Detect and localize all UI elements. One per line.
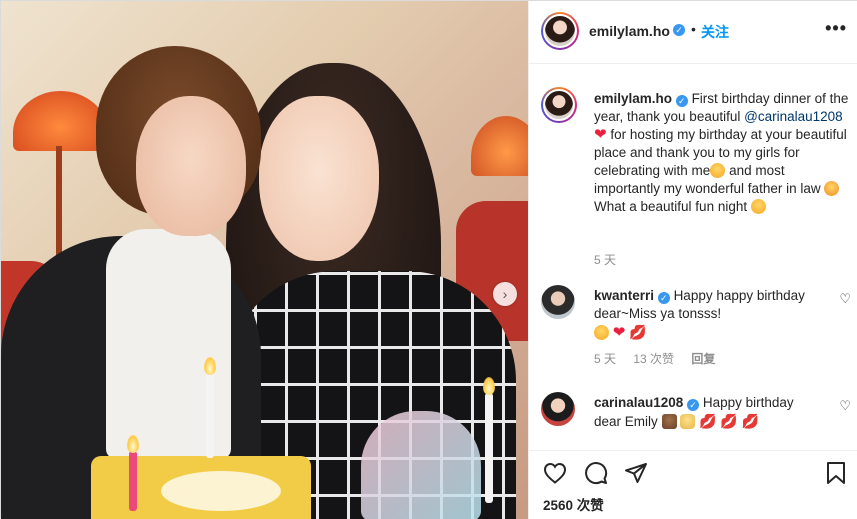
- heart-emoji-icon: ❤: [594, 126, 607, 143]
- candle: [129, 451, 137, 511]
- next-photo-button[interactable]: ›: [493, 282, 517, 306]
- hands-emoji-icon: [680, 414, 696, 429]
- comment-username[interactable]: kwanterri: [594, 288, 654, 303]
- share-button[interactable]: [622, 459, 650, 487]
- caption-text-4: What a beautiful fun night: [594, 199, 748, 214]
- save-button[interactable]: [822, 459, 850, 487]
- comment-text: carinalau1208 ✓ Happy birthday dear Emil…: [594, 394, 824, 431]
- like-button[interactable]: [541, 459, 569, 487]
- lips-emoji-icon: 💋: [720, 413, 738, 429]
- avatar[interactable]: [541, 12, 579, 50]
- comment-like-icon[interactable]: ♡: [839, 291, 851, 307]
- candle-flame: [127, 435, 139, 453]
- comment-button[interactable]: [582, 459, 610, 487]
- avatar[interactable]: [541, 392, 575, 426]
- caption-mention[interactable]: @carinalau1208: [744, 109, 843, 124]
- woman-right-face: [259, 96, 379, 261]
- verified-icon: ✓: [657, 292, 670, 304]
- comment-likes[interactable]: 13 次赞: [633, 352, 674, 366]
- candle-flame: [204, 357, 216, 375]
- lips-emoji-icon: 💋: [629, 324, 647, 340]
- header-username[interactable]: emilylam.ho: [589, 23, 670, 39]
- comment-icon: [585, 462, 608, 485]
- candle: [485, 393, 493, 503]
- cake-emoji-icon: [661, 414, 677, 429]
- reply-button[interactable]: 回复: [691, 352, 715, 366]
- follow-button[interactable]: 关注: [701, 22, 729, 42]
- candle-flame: [483, 377, 495, 395]
- post-actions: 2560 次赞: [529, 450, 857, 519]
- background-lamp: [13, 91, 108, 151]
- comment-username[interactable]: carinalau1208: [594, 395, 683, 410]
- comment-meta: 5 天 13 次赞 回复: [594, 350, 729, 367]
- separator-dot: •: [691, 21, 696, 37]
- avatar[interactable]: [541, 87, 577, 123]
- comment-timestamp[interactable]: 5 天: [594, 352, 616, 366]
- star-struck-emoji-icon: [824, 181, 840, 196]
- tongue-face-emoji-icon: [750, 199, 766, 214]
- post-side-panel: emilylam.ho ✓ • 关注 ••• emilylam.ho ✓ Fir…: [528, 1, 857, 519]
- candy-decoration: [361, 411, 481, 519]
- chevron-right-icon: ›: [502, 286, 508, 302]
- post-dialog: › emilylam.ho ✓ • 关注 ••• emilylam.ho ✓ F…: [0, 0, 857, 519]
- caption-timestamp[interactable]: 5 天: [594, 251, 616, 268]
- background-lamp: [471, 116, 528, 176]
- avatar[interactable]: [541, 285, 575, 319]
- likes-count[interactable]: 2560 次赞: [543, 494, 604, 514]
- caption-text: emilylam.ho ✓ First birthday dinner of t…: [594, 90, 854, 216]
- comments-section[interactable]: emilylam.ho ✓ First birthday dinner of t…: [529, 65, 857, 450]
- lips-emoji-icon: 💋: [741, 413, 759, 429]
- heart-icon: [543, 462, 567, 484]
- lamp-stand: [56, 146, 62, 266]
- heart-emoji-icon: ❤: [612, 324, 626, 341]
- kiss-face-emoji-icon: [710, 163, 726, 178]
- post-photo: ›: [1, 1, 528, 519]
- lips-emoji-icon: 💋: [699, 413, 717, 429]
- cake-plaque: [161, 471, 281, 511]
- comment-like-icon[interactable]: ♡: [839, 398, 851, 414]
- verified-icon: ✓: [673, 24, 685, 36]
- woman-left-face: [136, 96, 246, 236]
- candle: [206, 373, 214, 458]
- verified-icon: ✓: [687, 399, 700, 411]
- caption-username[interactable]: emilylam.ho: [594, 91, 672, 106]
- more-options-icon[interactable]: •••: [825, 18, 847, 39]
- kiss-face-emoji-icon: [594, 325, 609, 340]
- bookmark-icon: [827, 462, 845, 484]
- comment-text: kwanterri ✓ Happy happy birthday dear~Mi…: [594, 287, 824, 342]
- share-icon: [625, 463, 647, 483]
- post-header: emilylam.ho ✓ • 关注 •••: [529, 1, 857, 64]
- verified-icon: ✓: [675, 95, 688, 107]
